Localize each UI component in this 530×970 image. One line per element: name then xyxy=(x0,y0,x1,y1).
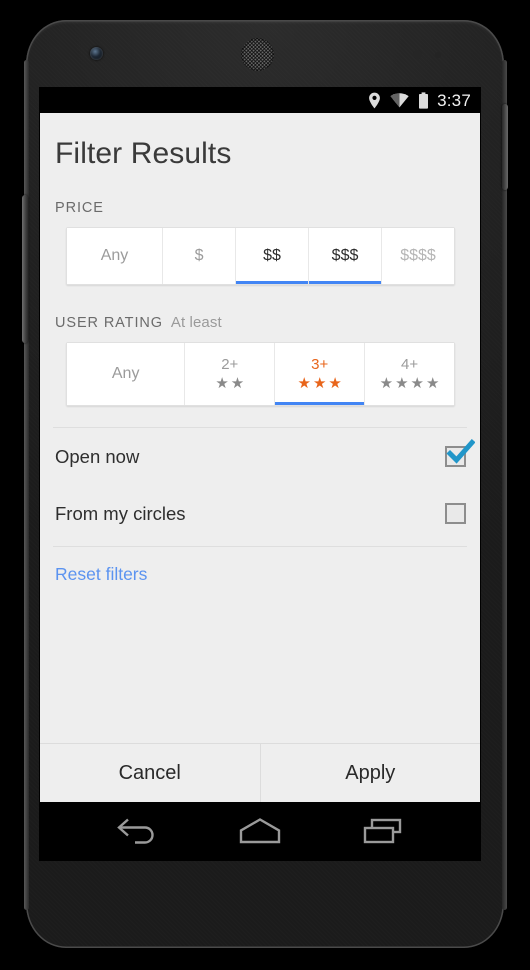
star-icon: ★ xyxy=(297,375,311,392)
checkmark-icon xyxy=(446,439,475,464)
open-now-checkbox[interactable] xyxy=(445,439,475,467)
price-option-2-selection-indicator xyxy=(236,281,309,284)
light-sensor-icon xyxy=(435,52,441,58)
phone-left-edge xyxy=(24,60,29,910)
price-option-3-label: $$$ xyxy=(331,247,359,264)
rating-option-3plus-label: 3+ xyxy=(311,356,329,373)
power-button[interactable] xyxy=(502,104,508,190)
rating-option-4plus-label: 4+ xyxy=(401,356,419,373)
phone-screen: 3:37 Filter Results PRICE Any $ $$ $$$ $… xyxy=(40,88,480,860)
earpiece-speaker-icon xyxy=(241,38,274,71)
rating-option-any[interactable]: Any xyxy=(67,343,185,405)
from-my-circles-checkbox[interactable] xyxy=(445,503,466,524)
status-bar-clock: 3:37 xyxy=(437,91,471,110)
home-button[interactable] xyxy=(232,811,288,851)
price-option-2[interactable]: $$ xyxy=(235,228,309,284)
rating-option-2plus[interactable]: 2+ ★ ★ xyxy=(184,343,275,405)
star-icon: ★ xyxy=(230,375,245,392)
price-section-label: PRICE xyxy=(40,171,480,216)
price-option-2-label: $$ xyxy=(263,247,281,264)
page-title: Filter Results xyxy=(55,137,232,170)
wifi-icon xyxy=(390,93,409,108)
open-now-label: Open now xyxy=(55,445,140,467)
star-icon: ★ xyxy=(426,375,440,392)
price-label-text: PRICE xyxy=(55,200,104,216)
star-icon: ★ xyxy=(395,375,409,392)
price-option-any[interactable]: Any xyxy=(67,228,163,284)
rating-segmented-control[interactable]: Any 2+ ★ ★ 3+ ★ ★ ★ 4+ ★ ★ ★ ★ xyxy=(66,342,455,406)
price-option-4-label: $$$$ xyxy=(400,247,436,264)
reset-filters-link[interactable]: Reset filters xyxy=(40,547,147,585)
price-option-3[interactable]: $$$ xyxy=(308,228,382,284)
rating-option-any-label: Any xyxy=(111,365,140,382)
from-my-circles-row[interactable]: From my circles xyxy=(40,485,480,542)
apply-button[interactable]: Apply xyxy=(259,744,481,802)
rating-option-3plus-selection-indicator xyxy=(275,402,365,405)
dialog-action-bar: Cancel Apply xyxy=(40,743,480,802)
android-nav-bar xyxy=(40,802,480,860)
back-button[interactable] xyxy=(109,811,165,851)
price-option-4[interactable]: $$$$ xyxy=(381,228,455,284)
open-now-row[interactable]: Open now xyxy=(40,428,480,485)
star-icon: ★ xyxy=(312,375,327,392)
rating-section-label: USER RATING At least xyxy=(40,285,480,331)
rating-option-4plus-stars: ★ ★ ★ ★ xyxy=(380,376,440,391)
proximity-sensor-icon xyxy=(413,50,422,59)
rating-option-3plus[interactable]: 3+ ★ ★ ★ xyxy=(274,343,365,405)
screenshot-stage: 3:37 Filter Results PRICE Any $ $$ $$$ $… xyxy=(0,0,530,970)
recents-button[interactable] xyxy=(355,811,411,851)
price-option-1[interactable]: $ xyxy=(162,228,236,284)
star-icon: ★ xyxy=(410,375,424,392)
location-pin-icon xyxy=(369,92,381,109)
rating-option-2plus-stars: ★ ★ xyxy=(215,376,244,391)
rating-option-4plus[interactable]: 4+ ★ ★ ★ ★ xyxy=(364,343,454,405)
front-camera-icon xyxy=(90,47,103,60)
status-bar: 3:37 xyxy=(40,88,480,113)
battery-full-icon xyxy=(419,92,429,109)
rating-option-3plus-stars: ★ ★ ★ xyxy=(297,376,341,391)
rating-label-text: USER RATING xyxy=(55,315,163,331)
back-icon xyxy=(117,818,154,844)
rating-sublabel-text: At least xyxy=(170,314,222,331)
from-my-circles-label: From my circles xyxy=(55,502,186,524)
price-option-3-selection-indicator xyxy=(309,281,382,284)
cancel-button[interactable]: Cancel xyxy=(40,744,260,802)
star-icon: ★ xyxy=(215,375,229,392)
rating-option-2plus-label: 2+ xyxy=(221,356,239,373)
filter-dialog: Filter Results PRICE Any $ $$ $$$ $$$$ U… xyxy=(40,113,480,802)
volume-rocker-button[interactable] xyxy=(22,195,28,343)
star-icon: ★ xyxy=(379,375,394,392)
price-option-any-label: Any xyxy=(100,247,129,264)
price-option-1-label: $ xyxy=(194,247,204,264)
home-icon xyxy=(239,818,281,844)
recents-icon xyxy=(363,818,401,844)
star-icon: ★ xyxy=(328,375,342,392)
price-segmented-control[interactable]: Any $ $$ $$$ $$$$ xyxy=(66,227,455,285)
